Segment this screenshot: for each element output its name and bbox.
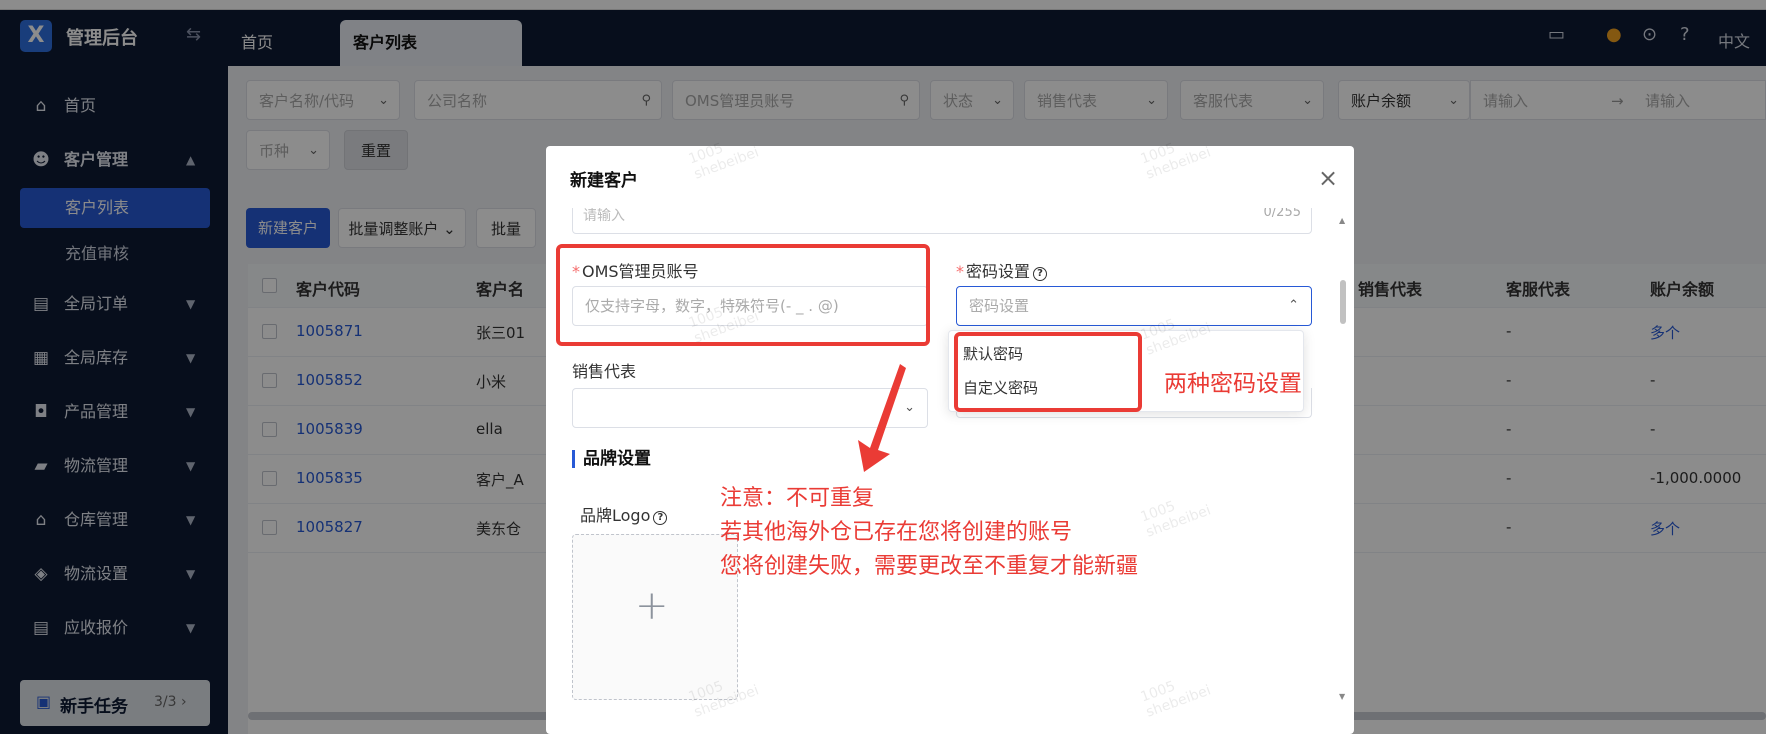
close-icon[interactable]: ×	[1318, 164, 1338, 192]
annotation-password-note: 两种密码设置	[1164, 371, 1302, 397]
remark-char-count: 0/255	[1263, 208, 1301, 220]
remark-placeholder: 请输入	[583, 208, 625, 224]
annotation-warning-line-3: 您将创建失败，需要更改至不重复才能新疆	[720, 554, 1139, 579]
annotation-warning-line-2: 若其他海外仓已存在您将创建的账号	[720, 520, 1073, 545]
annotation-arrow-icon	[858, 364, 906, 472]
annotation-box-oms-account	[556, 244, 930, 346]
scroll-down-arrow-icon[interactable]: ▼	[1339, 692, 1345, 701]
chevron-up-icon: ⌃	[1288, 298, 1299, 313]
scroll-up-arrow-icon[interactable]: ▲	[1339, 216, 1345, 225]
plus-icon: +	[635, 583, 669, 629]
dialog-scrollbar-thumb[interactable]	[1340, 280, 1346, 324]
sales-rep-label: 销售代表	[572, 362, 637, 381]
dialog-title: 新建客户	[570, 171, 638, 191]
brand-settings-heading: 品牌设置	[572, 450, 651, 468]
brand-logo-label: 品牌Logo?	[580, 502, 668, 526]
help-circle-icon[interactable]: ?	[653, 511, 668, 525]
help-circle-icon[interactable]: ?	[1033, 267, 1048, 281]
new-customer-dialog: 新建客户 × 请输入 0/255 * OMS管理员账号 仅支持字母，数字，特殊符号…	[546, 146, 1354, 734]
logo-upload-area[interactable]: +	[572, 534, 738, 700]
annotation-warning-line-1: 注意：不可重复	[720, 486, 875, 511]
remark-textarea[interactable]: 请输入 0/255	[572, 208, 1312, 234]
password-setting-label: * 密码设置?	[956, 258, 1048, 282]
annotation-box-password-options	[954, 332, 1142, 412]
password-setting-select[interactable]: 密码设置 ⌃	[956, 286, 1312, 326]
